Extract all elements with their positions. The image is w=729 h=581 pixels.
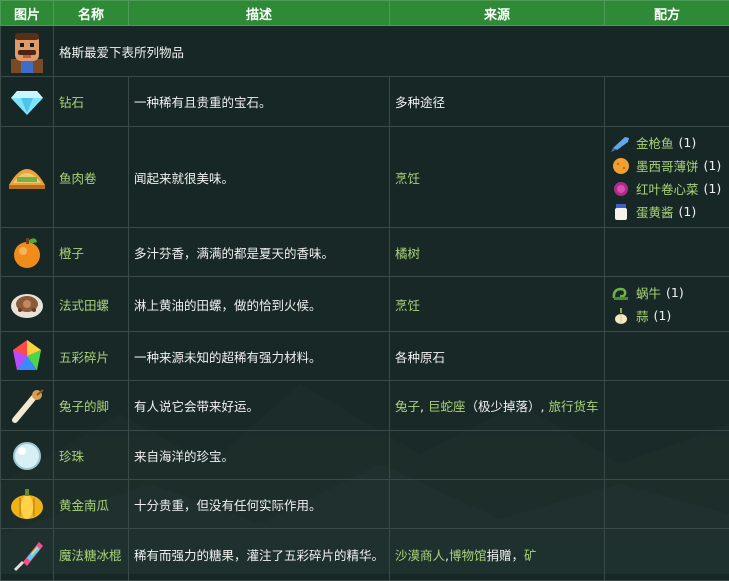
table-row: 黄金南瓜 十分贵重，但没有任何实际作用。	[1, 480, 729, 529]
item-source	[390, 480, 605, 529]
recipe-item[interactable]: 蛋黄酱 (1)	[610, 200, 724, 223]
table-row: 五彩碎片 一种来源未知的超稀有强力材料。 各种原石	[1, 332, 729, 381]
recipe-count: (1)	[679, 204, 697, 219]
recipe-item[interactable]: 蒜 (1)	[610, 304, 724, 327]
recipe-name: 红叶卷心菜	[636, 179, 699, 198]
table-row: 法式田螺 淋上黄油的田螺，做的恰到火候。 烹饪 蜗牛 (1) 蒜 (1)	[1, 277, 729, 332]
table-row: 魔法糖冰棍 稀有而强力的糖果，灌注了五彩碎片的精华。 沙漠商人,博物馆捐赠，矿	[1, 529, 729, 581]
item-description: 淋上黄油的田螺，做的恰到火候。	[129, 277, 390, 332]
item-source: 各种原石	[390, 332, 605, 381]
item-name[interactable]: 兔子的脚	[54, 381, 129, 431]
favorite-items-table: 图片 名称 描述 来源 配方 格斯最爱下表所列物品	[0, 0, 729, 581]
orange-icon	[9, 234, 45, 270]
item-source: 多种途径	[390, 77, 605, 127]
escargot-icon	[9, 288, 45, 320]
item-name[interactable]: 橙子	[54, 228, 129, 277]
header-recipe: 配方	[605, 1, 729, 26]
recipe-count: (1)	[654, 308, 672, 323]
item-recipe	[605, 332, 729, 381]
recipe-item[interactable]: 金枪鱼 (1)	[610, 131, 724, 154]
header-source: 来源	[390, 1, 605, 26]
item-recipe	[605, 77, 729, 127]
pearl-icon	[9, 437, 45, 473]
item-description: 一种稀有且贵重的宝石。	[129, 77, 390, 127]
item-source: 沙漠商人,博物馆捐赠，矿	[390, 529, 605, 581]
item-name[interactable]: 钻石	[54, 77, 129, 127]
table-row: 兔子的脚 有人说它会带来好运。 兔子, 巨蛇座（极少掉落）, 旅行货车	[1, 381, 729, 431]
recipe-count: (1)	[679, 135, 697, 150]
recipe-item[interactable]: 墨西哥薄饼 (1)	[610, 154, 724, 177]
item-name[interactable]: 鱼肉卷	[54, 127, 129, 228]
table-row: 橙子 多汁芬香，满满的都是夏天的香味。 橘树	[1, 228, 729, 277]
item-name[interactable]: 法式田螺	[54, 277, 129, 332]
golden-pumpkin-icon	[8, 486, 46, 522]
source-link-desert-trader[interactable]: 沙漠商人	[395, 548, 445, 563]
snail-icon	[611, 284, 631, 302]
tortilla-icon	[611, 157, 631, 175]
table-row: 鱼肉卷 闻起来就很美味。 烹饪 金枪鱼 (1) 墨西哥薄饼 (1)	[1, 127, 729, 228]
recipe-name: 蒜	[636, 306, 649, 325]
item-description: 有人说它会带来好运。	[129, 381, 390, 431]
item-source: 兔子, 巨蛇座（极少掉落）, 旅行货车	[390, 381, 605, 431]
source-link-museum[interactable]: 博物馆	[449, 548, 487, 563]
item-recipe	[605, 381, 729, 431]
recipe-count: (1)	[666, 285, 684, 300]
mayonnaise-icon	[611, 203, 631, 221]
recipe-count: (1)	[704, 158, 722, 173]
tuna-icon	[611, 134, 631, 152]
item-source[interactable]: 烹饪	[390, 127, 605, 228]
rabbit-foot-icon	[9, 388, 45, 424]
table-row: 珍珠 来自海洋的珍宝。	[1, 431, 729, 480]
item-description: 一种来源未知的超稀有强力材料。	[129, 332, 390, 381]
item-description: 闻起来就很美味。	[129, 127, 390, 228]
item-recipe	[605, 529, 729, 581]
source-link-rabbit[interactable]: 兔子	[395, 399, 420, 414]
item-name[interactable]: 黄金南瓜	[54, 480, 129, 529]
recipe-name: 蛋黄酱	[636, 202, 674, 221]
table-header-row: 图片 名称 描述 来源 配方	[1, 1, 729, 26]
item-description: 来自海洋的珍宝。	[129, 431, 390, 480]
item-name[interactable]: 珍珠	[54, 431, 129, 480]
magic-rock-candy-icon	[9, 536, 45, 574]
item-name[interactable]: 魔法糖冰棍	[54, 529, 129, 581]
source-link-serpent[interactable]: 巨蛇座	[428, 399, 466, 414]
recipe-name: 墨西哥薄饼	[636, 156, 699, 175]
item-recipe	[605, 480, 729, 529]
recipe-item[interactable]: 红叶卷心菜 (1)	[610, 177, 724, 200]
gus-portrait-icon	[5, 29, 49, 73]
item-recipe: 金枪鱼 (1) 墨西哥薄饼 (1) 红叶卷心菜 (1)	[605, 127, 729, 228]
recipe-name: 蜗牛	[636, 283, 661, 302]
item-source[interactable]: 橘树	[390, 228, 605, 277]
table-row: 钻石 一种稀有且贵重的宝石。 多种途径	[1, 77, 729, 127]
prismatic-shard-icon	[9, 338, 45, 374]
item-name[interactable]: 五彩碎片	[54, 332, 129, 381]
red-cabbage-icon	[611, 180, 631, 198]
header-image: 图片	[1, 1, 54, 26]
header-description: 描述	[129, 1, 390, 26]
header-name: 名称	[54, 1, 129, 26]
table-row: 格斯最爱下表所列物品	[1, 26, 729, 77]
item-source	[390, 431, 605, 480]
recipe-name: 金枪鱼	[636, 133, 674, 152]
item-description: 稀有而强力的糖果，灌注了五彩碎片的精华。	[129, 529, 390, 581]
fish-taco-icon	[5, 159, 49, 195]
item-description: 十分贵重，但没有任何实际作用。	[129, 480, 390, 529]
item-recipe	[605, 228, 729, 277]
item-recipe: 蜗牛 (1) 蒜 (1)	[605, 277, 729, 332]
item-description: 多汁芬香，满满的都是夏天的香味。	[129, 228, 390, 277]
recipe-item[interactable]: 蜗牛 (1)	[610, 281, 724, 304]
diamond-icon	[9, 87, 45, 117]
item-source[interactable]: 烹饪	[390, 277, 605, 332]
source-link-mines[interactable]: 矿	[524, 548, 537, 563]
intro-text: 格斯最爱下表所列物品	[54, 26, 729, 77]
gus-portrait-cell	[1, 26, 54, 77]
source-link-travelling-cart[interactable]: 旅行货车	[548, 399, 598, 414]
item-recipe	[605, 431, 729, 480]
garlic-icon	[611, 307, 631, 325]
recipe-count: (1)	[704, 181, 722, 196]
